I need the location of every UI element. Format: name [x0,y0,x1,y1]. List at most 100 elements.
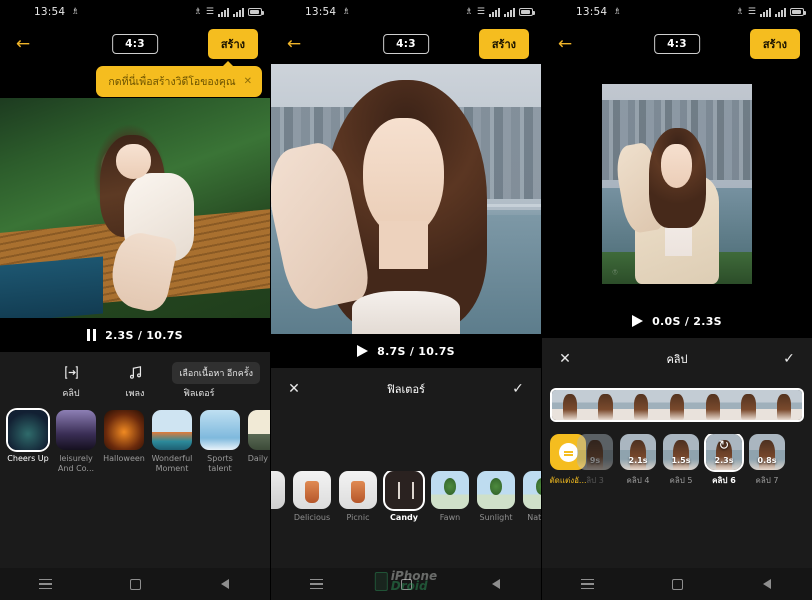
preview-stage[interactable]: Ⓣ [542,64,812,304]
playback-bar[interactable]: 2.3S / 10.7S [0,318,270,352]
create-tooltip: กดที่นี่เพื่อสร้างวิดีโอของคุณ ✕ [96,61,262,97]
reselect-content-button[interactable]: เลือกเนื้อหา อีกครั้ง [172,362,260,385]
home-square-icon[interactable] [393,574,419,594]
template-label: Cheers Up [7,454,49,463]
create-button[interactable]: สร้าง [207,29,258,59]
tool-music[interactable]: เพลง [115,364,155,400]
create-button[interactable]: สร้าง [478,29,529,59]
clip-item[interactable]: 9s ลิป 3 [577,434,613,487]
preview-stage[interactable] [0,98,270,318]
menu-icon[interactable] [32,574,58,594]
template-item[interactable]: Sports talent [200,410,240,474]
menu-icon[interactable] [574,574,600,594]
back-arrow-icon[interactable]: ← [554,33,576,55]
photo-detail [379,220,428,270]
back-triangle-icon[interactable] [212,574,238,594]
back-triangle-icon[interactable] [483,574,509,594]
filter-label: Sunlight [479,513,513,522]
clip-timeline[interactable] [552,390,802,420]
tooltip-text: กดที่นี่เพื่อสร้างวิดีโอของคุณ [108,76,236,88]
template-thumbnail [200,410,240,450]
timeline-frame [552,390,588,420]
mute-icon: ☰ [205,6,214,17]
back-triangle-icon[interactable] [754,574,780,594]
filter-label: Natural [527,513,541,522]
playback-bar[interactable]: 0.0S / 2.3S [542,304,812,338]
playback-bar[interactable]: 8.7S / 10.7S [271,334,541,368]
template-item[interactable]: Cheers Up [7,410,49,474]
playback-time: 2.3S / 10.7S [105,328,183,342]
signal-icon [218,7,229,17]
back-arrow-icon[interactable]: ← [283,33,305,55]
menu-icon[interactable] [303,574,329,594]
template-strip[interactable]: Cheers Up leisurely And Co... Halloween … [0,400,270,474]
rotate-icon[interactable]: ↻ [719,439,730,454]
preview-photo: Ⓣ [602,84,752,284]
photo-detail [362,118,444,237]
home-square-icon[interactable] [664,574,690,594]
status-right-icons: ♗ ☰ [465,7,535,17]
filter-item[interactable]: Picnic [339,471,377,522]
mute-icon: ☰ [747,6,756,17]
tool-label: เพลง [125,389,145,399]
photo-detail [0,256,103,318]
aspect-ratio-chip[interactable]: 4:3 [654,34,700,54]
filter-thumbnail [293,471,331,509]
template-item[interactable]: leisurely And Co... [56,410,96,474]
clip-thumbnail: 9s [577,434,613,470]
filter-thumbnail [271,471,285,509]
close-icon[interactable]: ✕ [285,380,303,398]
clip-duration: 9s [589,456,601,465]
template-item[interactable]: Daily Vlog [248,410,270,474]
create-button[interactable]: สร้าง [749,29,800,59]
filter-item[interactable]: Fawn [431,471,469,522]
timeline-frame [659,390,695,420]
filter-item[interactable] [271,471,285,522]
clip-item[interactable]: 0.8s คลิป 7 [749,434,785,487]
filter-item[interactable]: Sunlight [477,471,515,522]
timeline-frame [587,390,624,420]
aspect-ratio-chip[interactable]: 4:3 [383,34,429,54]
photo-detail [352,290,460,334]
filter-thumbnail [477,471,515,509]
check-icon[interactable]: ✓ [509,380,527,398]
close-icon[interactable]: ✕ [244,76,252,87]
clip-item[interactable]: 1.5s คลิป 5 [663,434,699,487]
pause-icon[interactable] [87,329,97,341]
check-icon[interactable]: ✓ [780,350,798,368]
template-label: Halloween [103,454,145,463]
play-icon[interactable] [632,315,644,327]
template-item[interactable]: Halloween [103,410,145,474]
close-icon[interactable]: ✕ [556,350,574,368]
status-right-icons: ♗ ☰ [194,6,264,17]
status-bar: 13:54 ♗ ♗ ☰ [0,0,270,24]
android-nav-bar [0,568,270,600]
filter-item[interactable]: Natural [523,471,541,522]
headphone-icon: ♗ [342,7,351,17]
clip-item[interactable]: 2.1s คลิป 4 [620,434,656,487]
tooltip-container: กดที่นี่เพื่อสร้างวิดีโอของคุณ ✕ [0,61,270,98]
filter-item[interactable]: Delicious [293,471,331,522]
clip-strip[interactable]: ตัดแต่งอั... 9s ลิป 3 2.1s คลิป 4 1.5s ค… [542,434,812,487]
filter-label: Picnic [346,513,370,522]
aspect-ratio-chip[interactable]: 4:3 [112,34,158,54]
template-label: Daily Vlog [247,454,270,463]
preview-stage[interactable] [271,64,541,334]
filter-strip[interactable]: Delicious Picnic Candy Fawn Sunlight Nat [271,471,541,522]
preview-frame: Ⓣ [602,84,752,284]
template-item[interactable]: Wonderful Moment [152,410,192,474]
preview-photo [271,64,541,334]
tool-clip[interactable]: คลิป [51,364,91,400]
filter-item-selected[interactable]: Candy [385,471,423,522]
bottom-sheet: ✕ คลิป ✓ ตัดแต่งอั... 9s ลิป 3 2.1s คลิป… [542,338,812,568]
clip-item-selected[interactable]: ↻ 2.3s คลิป 6 [706,434,742,487]
app-bar: ← 4:3 สร้าง [271,24,541,64]
timeline-frame [694,390,731,420]
back-arrow-icon[interactable]: ← [12,33,34,55]
play-icon[interactable] [357,345,369,357]
home-square-icon[interactable] [122,574,148,594]
filter-thumbnail [523,471,541,509]
clip-label: คลิป 4 [626,476,650,485]
clip-label: คลิป 7 [755,476,779,485]
clip-duration: 0.8s [757,456,777,465]
